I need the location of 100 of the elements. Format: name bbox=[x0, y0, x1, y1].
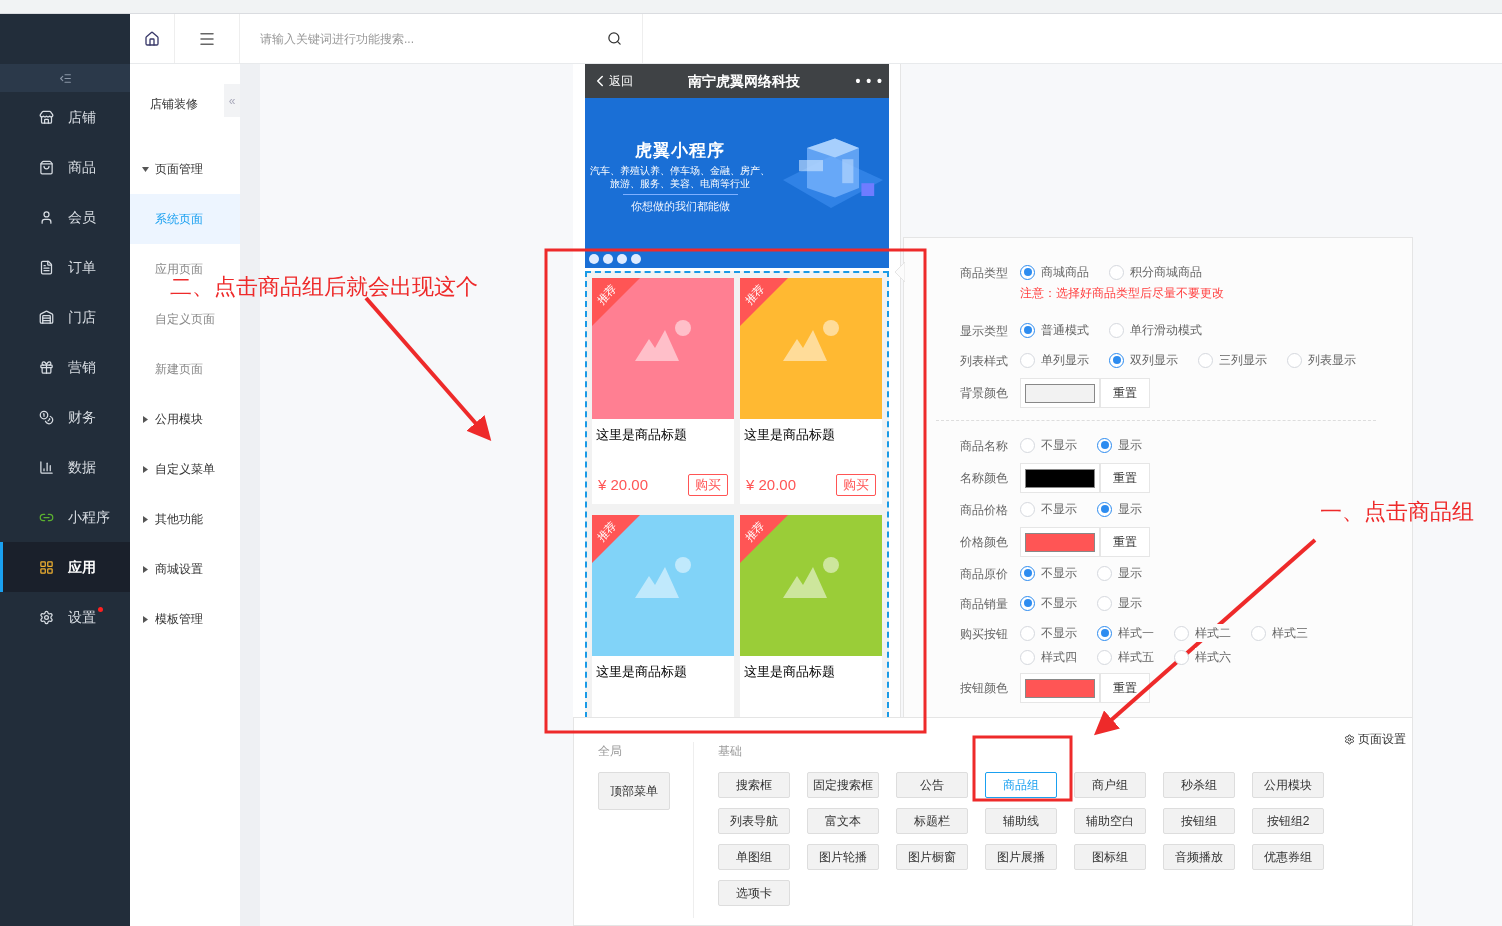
component-button[interactable]: 固定搜索框 bbox=[807, 772, 879, 798]
banner-slogan: 你想做的我们都能做 bbox=[622, 193, 738, 214]
component-button[interactable]: 顶部菜单 bbox=[598, 772, 670, 810]
component-button[interactable]: 辅助线 bbox=[985, 808, 1057, 834]
sidebar-item[interactable]: 应用 bbox=[0, 542, 130, 592]
reset-button[interactable]: 重置 bbox=[1100, 463, 1150, 493]
sidebar-item[interactable]: 门店 bbox=[0, 292, 130, 342]
nav-group[interactable]: 公用模块 bbox=[130, 394, 240, 444]
nav-group[interactable]: 自定义菜单 bbox=[130, 444, 240, 494]
radio-button[interactable] bbox=[1097, 437, 1112, 453]
component-button[interactable]: 图片展播 bbox=[985, 844, 1057, 870]
shop-icon bbox=[39, 309, 54, 325]
component-button[interactable]: 图片轮播 bbox=[807, 844, 879, 870]
annotation-text: 二、点击商品组后就会出现这个 bbox=[170, 276, 478, 298]
component-button[interactable]: 秒杀组 bbox=[1163, 772, 1235, 798]
option-label: 三列显示 bbox=[1219, 351, 1267, 369]
more-menu[interactable]: • • • bbox=[855, 70, 883, 92]
back-link[interactable]: 返回 bbox=[609, 72, 633, 90]
annotation-text: 一、点击商品组 bbox=[1320, 498, 1474, 526]
sidebar-item[interactable]: 设置 bbox=[0, 592, 130, 642]
banner-text: 旅游、服务、美容、电商等行业 bbox=[610, 176, 750, 190]
option-label: 显示 bbox=[1118, 436, 1142, 454]
caret-down-icon bbox=[142, 165, 149, 173]
component-button[interactable]: 图标组 bbox=[1074, 844, 1146, 870]
option-label: 普通模式 bbox=[1041, 321, 1089, 339]
radio-button[interactable] bbox=[1020, 595, 1035, 611]
component-button[interactable]: 标题栏 bbox=[896, 808, 968, 834]
reset-button[interactable]: 重置 bbox=[1100, 673, 1150, 703]
banner-title: 虎翼小程序 bbox=[635, 140, 725, 162]
radio-button[interactable] bbox=[1020, 565, 1035, 581]
radio-button[interactable] bbox=[1097, 501, 1112, 517]
component-button[interactable]: 辅助空白 bbox=[1074, 808, 1146, 834]
option-label: 单行滑动模式 bbox=[1130, 321, 1202, 339]
option-label: 不显示 bbox=[1041, 594, 1077, 612]
section-label: 全局 bbox=[598, 743, 623, 760]
sidebar-item[interactable]: 小程序 bbox=[0, 492, 130, 542]
option-label: 双列显示 bbox=[1130, 351, 1178, 369]
component-button[interactable]: 选项卡 bbox=[718, 880, 790, 906]
corner-ribbon bbox=[740, 278, 788, 326]
tag-label: 推荐 bbox=[595, 282, 619, 307]
corner-ribbon bbox=[740, 515, 788, 563]
component-button[interactable]: 单图组 bbox=[718, 844, 790, 870]
nav-group[interactable]: 页面管理 bbox=[130, 144, 240, 194]
sidebar-item[interactable]: 数据 bbox=[0, 442, 130, 492]
component-button[interactable]: 搜索框 bbox=[718, 772, 790, 798]
caret-right-icon bbox=[142, 615, 149, 623]
option-label: 样式二 bbox=[1195, 624, 1231, 642]
radio-button[interactable] bbox=[1020, 264, 1035, 280]
price-text: ¥ 20.00 bbox=[746, 474, 797, 495]
bag-icon bbox=[39, 159, 54, 175]
nav-group[interactable]: 商城设置 bbox=[130, 544, 240, 594]
nav-group[interactable]: 其他功能 bbox=[130, 494, 240, 544]
reset-button[interactable]: 重置 bbox=[1100, 378, 1150, 408]
radio-button[interactable] bbox=[1109, 352, 1124, 368]
component-button[interactable]: 商户组 bbox=[1074, 772, 1146, 798]
collapse-icon[interactable] bbox=[58, 71, 72, 85]
component-button[interactable]: 列表导航 bbox=[718, 808, 790, 834]
radio-button[interactable] bbox=[1097, 625, 1112, 641]
option-label: 不显示 bbox=[1041, 500, 1077, 518]
component-button[interactable]: 音频播放 bbox=[1163, 844, 1235, 870]
sidebar-item[interactable]: 营销 bbox=[0, 342, 130, 392]
option-label: 不显示 bbox=[1041, 624, 1077, 642]
radio-button[interactable] bbox=[1020, 322, 1035, 338]
component-button[interactable]: 公用模块 bbox=[1252, 772, 1324, 798]
nav-item[interactable]: 自定义页面 bbox=[155, 310, 215, 328]
field-label: 价格颜色 bbox=[960, 534, 1009, 551]
field-label: 商品价格 bbox=[960, 502, 1009, 519]
product-title: 这里是商品标题 bbox=[743, 663, 836, 681]
nav-group[interactable]: 模板管理 bbox=[130, 594, 240, 644]
page-settings-button[interactable]: 页面设置 bbox=[1344, 730, 1406, 748]
component-button[interactable]: 富文本 bbox=[807, 808, 879, 834]
component-button[interactable]: 优惠券组 bbox=[1252, 844, 1324, 870]
sidebar-item[interactable]: 订单 bbox=[0, 242, 130, 292]
option-label: 样式四 bbox=[1041, 648, 1077, 666]
coins-icon bbox=[39, 409, 54, 425]
component-button[interactable]: 公告 bbox=[896, 772, 968, 798]
option-label: 样式一 bbox=[1118, 624, 1154, 642]
nav-item[interactable]: 应用页面 bbox=[155, 260, 203, 278]
sidebar-item[interactable]: 商品 bbox=[0, 142, 130, 192]
component-button[interactable]: 按钮组2 bbox=[1252, 808, 1324, 834]
component-button[interactable]: 按钮组 bbox=[1163, 808, 1235, 834]
warning-text: 注意：选择好商品类型后尽量不要更改 bbox=[1020, 285, 1224, 302]
search-icon[interactable] bbox=[607, 31, 622, 46]
sidebar-item[interactable]: 财务 bbox=[0, 392, 130, 442]
caret-right-icon bbox=[142, 415, 149, 423]
user-icon bbox=[39, 209, 54, 225]
reset-button[interactable]: 重置 bbox=[1100, 527, 1150, 557]
sidebar-item[interactable]: 店铺 bbox=[0, 92, 130, 142]
component-button[interactable]: 图片橱窗 bbox=[896, 844, 968, 870]
section-label: 基础 bbox=[718, 743, 743, 760]
field-label: 商品销量 bbox=[960, 596, 1009, 613]
sidebar-item[interactable]: 会员 bbox=[0, 192, 130, 242]
option-label: 单列显示 bbox=[1041, 351, 1089, 369]
product-title: 这里是商品标题 bbox=[595, 426, 688, 444]
search-field[interactable]: 请输入关键词进行功能搜索... bbox=[260, 29, 607, 48]
bar-chart-icon bbox=[39, 459, 54, 475]
document-icon bbox=[39, 259, 54, 275]
field-label: 按钮颜色 bbox=[960, 680, 1009, 697]
tag-label: 推荐 bbox=[743, 282, 767, 307]
nav-item[interactable]: 新建页面 bbox=[155, 360, 203, 378]
